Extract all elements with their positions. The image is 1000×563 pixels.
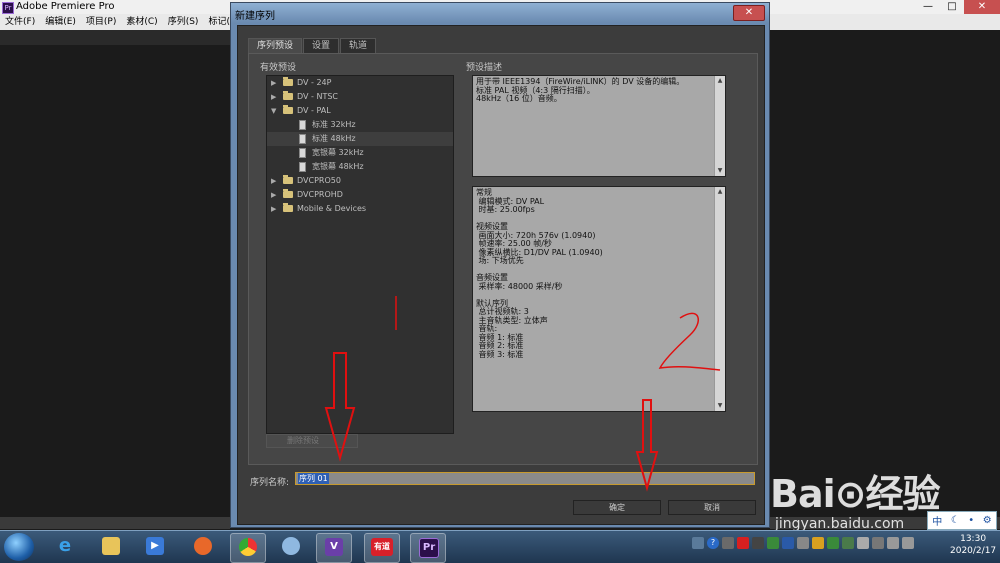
taskbar: e ▶ V 有道 Pr ? 13:30 2020/2/17 (0, 530, 1000, 563)
red-down-arrow-icon (324, 352, 356, 462)
chrome-icon[interactable] (230, 533, 266, 563)
ime-language-icon[interactable]: 中 (932, 513, 942, 528)
media-player-icon[interactable]: ▶ (138, 533, 172, 561)
baidu-jingyan-watermark: Bai⊙经验 (770, 455, 995, 516)
tray-bluetooth-icon[interactable] (782, 537, 794, 549)
tray-update-icon[interactable] (827, 537, 839, 549)
red-down-arrow-icon (635, 399, 659, 492)
watermark-logo: Bai⊙经验 (770, 472, 940, 516)
taskbar-clock[interactable]: 13:30 2020/2/17 (950, 533, 996, 557)
tray-security-icon[interactable] (737, 537, 749, 549)
tray-network-icon[interactable] (767, 537, 779, 549)
tray-flag-icon[interactable] (857, 537, 869, 549)
tray-wechat-icon[interactable] (752, 537, 764, 549)
gear-icon[interactable]: ⚙ (983, 515, 992, 526)
tray-volume-icon[interactable] (902, 537, 914, 549)
tray-help-icon[interactable]: ? (707, 537, 719, 549)
firefox-icon[interactable] (186, 533, 220, 561)
premiere-taskbar-icon[interactable]: Pr (410, 533, 446, 563)
system-tray: ? (692, 537, 914, 549)
punctuation-icon[interactable]: • (968, 515, 974, 526)
visual-studio-icon[interactable]: V (316, 533, 352, 563)
internet-explorer-icon[interactable]: e (48, 533, 82, 561)
tray-wifi-icon[interactable] (887, 537, 899, 549)
youdao-icon[interactable]: 有道 (364, 533, 400, 563)
annotation-mark-two (658, 312, 721, 371)
tray-display-icon[interactable] (872, 537, 884, 549)
start-button[interactable] (4, 533, 34, 561)
paint-icon[interactable] (274, 533, 308, 561)
file-explorer-icon[interactable] (94, 533, 128, 561)
clock-time: 13:30 (960, 534, 987, 544)
ime-toolbar[interactable]: 中 ☾ • ⚙ (927, 511, 997, 530)
clock-date: 2020/2/17 (950, 546, 997, 556)
tray-green-icon[interactable] (842, 537, 854, 549)
tray-shield-icon[interactable] (812, 537, 824, 549)
tray-app-icon[interactable] (722, 537, 734, 549)
tray-sync-icon[interactable] (797, 537, 809, 549)
tray-keyboard-icon[interactable] (692, 537, 704, 549)
moon-icon[interactable]: ☾ (951, 515, 960, 526)
